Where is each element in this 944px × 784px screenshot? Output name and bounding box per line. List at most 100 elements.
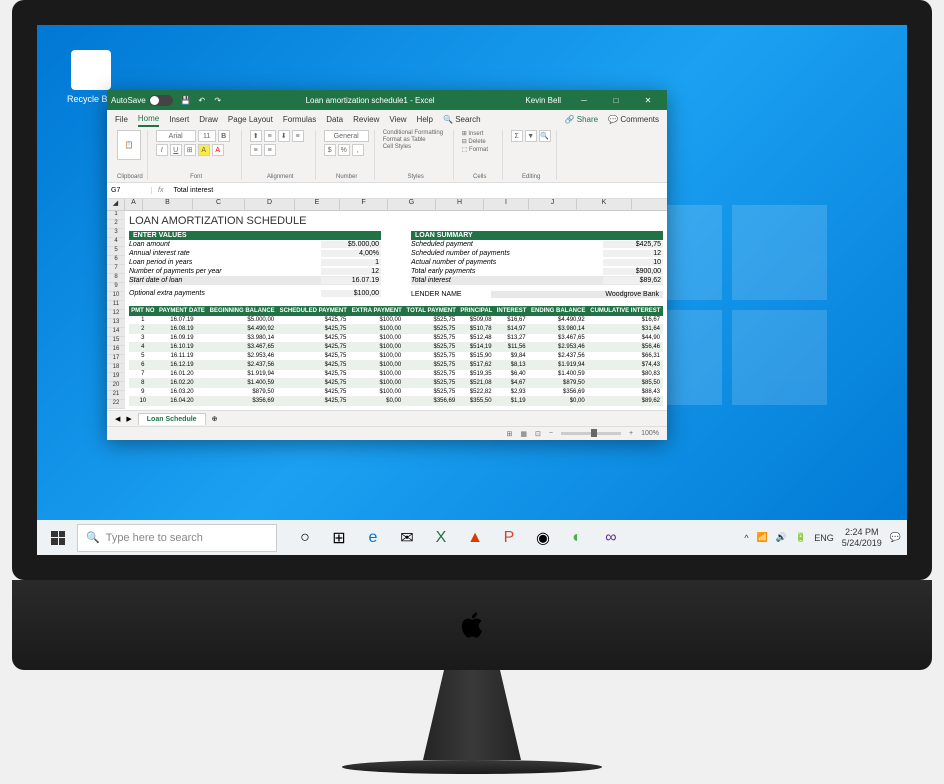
- table-cell[interactable]: $2.437,56: [207, 361, 277, 370]
- format-cells-button[interactable]: ⬚ Format: [462, 146, 488, 153]
- table-row[interactable]: 216.08.19$4.490,92$425,75$100,00$525,75$…: [129, 325, 663, 334]
- column-header[interactable]: H: [436, 199, 484, 210]
- table-cell[interactable]: $1,19: [495, 397, 529, 406]
- table-cell[interactable]: 16.09.19: [157, 334, 208, 343]
- table-cell[interactable]: $2.953,46: [207, 352, 277, 361]
- table-cell[interactable]: $16,67: [588, 316, 663, 325]
- table-cell[interactable]: $425,75: [277, 352, 349, 361]
- table-cell[interactable]: $5.000,00: [207, 316, 277, 325]
- comma-button[interactable]: ,: [352, 144, 364, 156]
- search-box[interactable]: 🔍 Type here to search: [77, 524, 277, 552]
- table-cell[interactable]: $100,00: [349, 325, 404, 334]
- close-button[interactable]: ✕: [633, 96, 663, 105]
- table-cell[interactable]: $512,48: [458, 334, 494, 343]
- table-cell[interactable]: $510,78: [458, 325, 494, 334]
- font-size-select[interactable]: 11: [198, 130, 216, 142]
- currency-button[interactable]: $: [324, 144, 336, 156]
- table-header-cell[interactable]: ENDING BALANCE: [529, 306, 588, 316]
- column-header[interactable]: G: [388, 199, 436, 210]
- table-row[interactable]: 916.03.20$879,50$425,75$100,00$525,75$52…: [129, 388, 663, 397]
- percent-button[interactable]: %: [338, 144, 350, 156]
- table-cell[interactable]: 8: [129, 379, 157, 388]
- tab-data[interactable]: Data: [326, 113, 343, 126]
- tab-insert[interactable]: Insert: [169, 113, 189, 126]
- find-select-button[interactable]: 🔍: [539, 130, 551, 142]
- value-cell[interactable]: 16.07.19: [321, 277, 381, 284]
- desktop[interactable]: ♻ Recycle Bin AutoSave 💾 ↶ ↷ Loan amorti…: [37, 25, 907, 555]
- table-cell[interactable]: $525,75: [404, 352, 458, 361]
- table-cell[interactable]: $525,75: [404, 316, 458, 325]
- table-cell[interactable]: $6,40: [495, 370, 529, 379]
- table-cell[interactable]: $879,50: [207, 388, 277, 397]
- table-row[interactable]: 716.01.20$1.919,94$425,75$100,00$525,75$…: [129, 370, 663, 379]
- table-cell[interactable]: $355,50: [458, 397, 494, 406]
- table-cell[interactable]: $100,00: [349, 388, 404, 397]
- cell-styles-button[interactable]: Cell Styles: [383, 144, 411, 150]
- zoom-in-button[interactable]: +: [629, 430, 633, 437]
- table-cell[interactable]: $31,64: [588, 325, 663, 334]
- table-cell[interactable]: 10: [129, 397, 157, 406]
- table-cell[interactable]: $85,50: [588, 379, 663, 388]
- table-cell[interactable]: $425,75: [277, 361, 349, 370]
- save-icon[interactable]: 💾: [181, 95, 191, 105]
- table-cell[interactable]: $525,75: [404, 343, 458, 352]
- start-button[interactable]: [43, 523, 73, 553]
- table-cell[interactable]: $9,84: [495, 352, 529, 361]
- table-cell[interactable]: $425,75: [277, 325, 349, 334]
- delete-cells-button[interactable]: ⊟ Delete: [462, 138, 486, 145]
- paste-button[interactable]: 📋: [117, 130, 141, 160]
- table-cell[interactable]: $0,00: [349, 397, 404, 406]
- table-cell[interactable]: 16.12.19: [157, 361, 208, 370]
- minimize-button[interactable]: ─: [569, 96, 599, 105]
- align-bot-button[interactable]: ⬇: [278, 130, 290, 142]
- notifications-icon[interactable]: 💬: [890, 532, 901, 543]
- table-cell[interactable]: $525,75: [404, 334, 458, 343]
- table-cell[interactable]: $509,08: [458, 316, 494, 325]
- tab-search[interactable]: 🔍 Search: [443, 113, 481, 126]
- column-header[interactable]: B: [143, 199, 193, 210]
- table-cell[interactable]: $3.980,14: [529, 325, 588, 334]
- column-header[interactable]: F: [340, 199, 388, 210]
- table-cell[interactable]: $4,67: [495, 379, 529, 388]
- table-cell[interactable]: $517,62: [458, 361, 494, 370]
- task-view-icon[interactable]: ⊞: [325, 524, 353, 552]
- app-icon-red[interactable]: ▲: [461, 524, 489, 552]
- table-cell[interactable]: $4.490,92: [529, 316, 588, 325]
- table-cell[interactable]: $0,00: [529, 397, 588, 406]
- autosum-button[interactable]: Σ: [511, 130, 523, 142]
- table-cell[interactable]: $100,00: [349, 370, 404, 379]
- table-header-cell[interactable]: PMT NO: [129, 306, 157, 316]
- table-cell[interactable]: $425,75: [277, 370, 349, 379]
- format-as-table-button[interactable]: Format as Table: [383, 137, 426, 143]
- table-row[interactable]: 316.09.19$3.980,14$425,75$100,00$525,75$…: [129, 334, 663, 343]
- table-row[interactable]: 516.11.19$2.953,46$425,75$100,00$525,75$…: [129, 352, 663, 361]
- table-header-cell[interactable]: TOTAL PAYMENT: [404, 306, 458, 316]
- fx-icon[interactable]: fx: [152, 187, 169, 194]
- table-cell[interactable]: 16.02.20: [157, 379, 208, 388]
- amortization-table[interactable]: PMT NOPAYMENT DATEBEGINNING BALANCESCHED…: [129, 306, 663, 406]
- number-format-select[interactable]: General: [324, 130, 369, 142]
- table-cell[interactable]: $525,75: [404, 370, 458, 379]
- table-cell[interactable]: $100,00: [349, 334, 404, 343]
- table-header-cell[interactable]: INTEREST: [495, 306, 529, 316]
- insert-cells-button[interactable]: ⊞ Insert: [462, 130, 484, 137]
- view-page-icon[interactable]: ▦: [520, 430, 527, 438]
- worksheet-area[interactable]: 12345678910111213141516171819202122 LOAN…: [107, 211, 667, 410]
- table-cell[interactable]: $88,43: [588, 388, 663, 397]
- table-cell[interactable]: $522,82: [458, 388, 494, 397]
- table-cell[interactable]: $521,08: [458, 379, 494, 388]
- tab-file[interactable]: File: [115, 113, 128, 126]
- align-left-button[interactable]: ≡: [292, 130, 304, 142]
- table-header-cell[interactable]: EXTRA PAYMENT: [349, 306, 404, 316]
- table-row[interactable]: 816.02.20$1.400,59$425,75$100,00$525,75$…: [129, 379, 663, 388]
- app-icon-circle[interactable]: ◉: [529, 524, 557, 552]
- table-row[interactable]: 616.12.19$2.437,56$425,75$100,00$525,75$…: [129, 361, 663, 370]
- optional-extra-value[interactable]: $100,00: [321, 290, 381, 297]
- table-header-cell[interactable]: PRINCIPAL: [458, 306, 494, 316]
- zoom-slider[interactable]: [561, 432, 621, 435]
- edge-icon[interactable]: e: [359, 524, 387, 552]
- name-box[interactable]: G7: [107, 187, 152, 194]
- table-cell[interactable]: $56,46: [588, 343, 663, 352]
- tab-formulas[interactable]: Formulas: [283, 113, 316, 126]
- mail-icon[interactable]: ✉: [393, 524, 421, 552]
